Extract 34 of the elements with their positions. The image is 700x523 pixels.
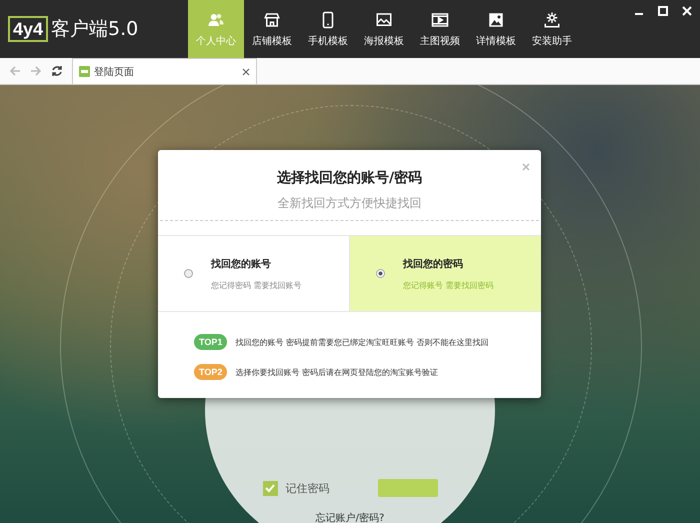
dialog-subtitle: 全新找回方式方便快捷找回 (160, 195, 539, 221)
option-card[interactable]: 找回您的账号 您记得密码 需要找回账号 (158, 236, 349, 311)
nav-tab[interactable]: 安装助手 (524, 0, 580, 58)
nav-tab[interactable]: 主图视频 (412, 0, 468, 58)
settings-icon (543, 10, 561, 28)
option-description: 您记得密码 需要找回账号 (211, 280, 302, 290)
option-title: 找回您的密码 (403, 258, 464, 270)
checkbox[interactable] (262, 480, 278, 496)
film-icon (431, 10, 449, 28)
option-title: 找回您的账号 (211, 258, 272, 270)
nav-tab[interactable]: 海报模板 (356, 0, 412, 58)
option-card[interactable]: 找回您的密码 您记得账号 需要找回密码 (349, 236, 541, 311)
picture-icon (487, 10, 505, 28)
option-description: 您记得账号 需要找回密码 (403, 280, 494, 290)
remember-label: 记住密码 (286, 480, 330, 496)
picture-icon (375, 10, 393, 28)
tip-badge: TOP2 (194, 364, 228, 380)
nav-tab[interactable]: 手机模板 (300, 0, 356, 58)
nav-tab[interactable]: 店铺模板 (244, 0, 300, 58)
favicon-icon (79, 66, 90, 77)
forgot-link[interactable]: 忘记账户/密码? (316, 511, 384, 523)
tip-text: 选择你要找回账号 密码后请在网页登陆您的淘宝账号验证 (235, 366, 438, 378)
logo-badge: 4y4 (8, 16, 48, 42)
browser-tab[interactable]: 登陆页面 (72, 58, 257, 84)
dialog-title: 选择找回您的账号/密码 (276, 169, 424, 187)
radio-button[interactable] (376, 269, 385, 278)
app-name: 客户端5.0 (51, 17, 138, 42)
radio-button[interactable] (184, 269, 193, 278)
tip-text: 找回您的账号 密码提前需要您已绑定淘宝旺旺账号 否则不能在这里找回 (235, 336, 488, 348)
tip-badge: TOP1 (194, 334, 228, 350)
nav-tab[interactable]: 详情模板 (468, 0, 524, 58)
refresh-icon[interactable] (51, 65, 63, 77)
maximize-icon[interactable] (658, 6, 668, 16)
storefront-icon (263, 10, 281, 28)
